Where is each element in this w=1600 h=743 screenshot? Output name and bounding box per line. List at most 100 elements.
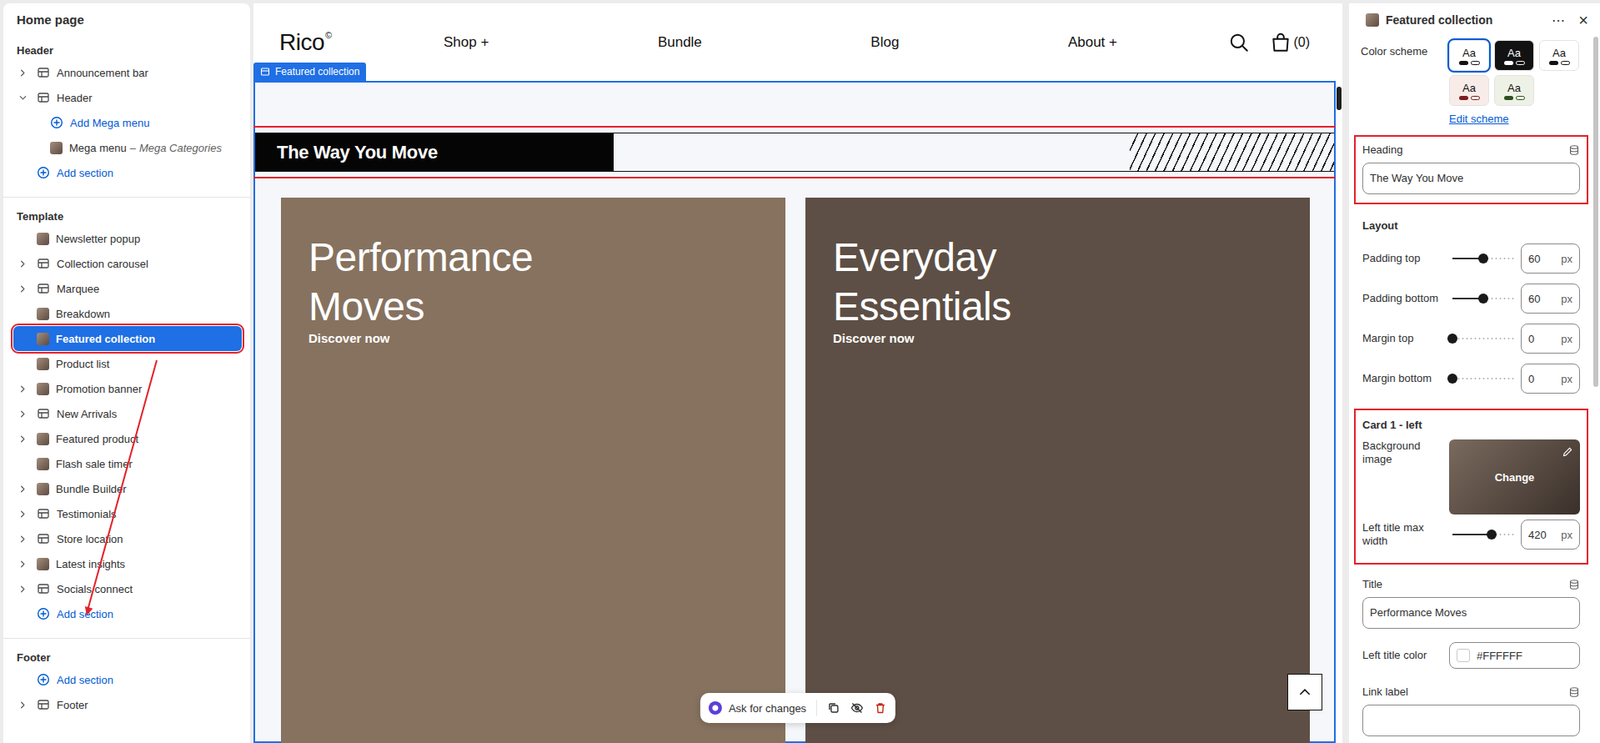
plus-circle-icon xyxy=(36,165,51,180)
search-icon[interactable] xyxy=(1228,31,1250,54)
layout-icon xyxy=(36,506,51,521)
chevron-icon[interactable] xyxy=(18,534,28,544)
delete-icon[interactable] xyxy=(873,701,888,715)
section-item[interactable]: Mega menu–Mega Categories xyxy=(13,135,242,161)
chevron-icon[interactable] xyxy=(18,700,28,710)
section-item[interactable]: Product list xyxy=(13,351,242,377)
store-logo[interactable]: Rico© xyxy=(279,29,444,56)
edit-scheme-link[interactable]: Edit scheme xyxy=(1449,112,1580,126)
section-item[interactable]: Flash sale timer xyxy=(13,451,242,477)
discover-link[interactable]: Discover now xyxy=(308,331,758,346)
range-slider[interactable] xyxy=(1452,292,1515,305)
hide-icon[interactable] xyxy=(850,701,864,715)
range-setting: Left title max width420px xyxy=(1362,514,1580,555)
scheme-swatch[interactable]: Aa xyxy=(1494,40,1535,71)
chevron-icon[interactable] xyxy=(18,484,28,494)
thumbnail-icon xyxy=(36,557,50,571)
add-button[interactable]: Add section xyxy=(13,160,242,186)
section-item[interactable]: Store location xyxy=(13,526,242,552)
section-item[interactable]: Announcement bar xyxy=(13,60,242,86)
section-item[interactable]: Collection carousel xyxy=(13,250,242,276)
more-button[interactable]: ⋯ xyxy=(1548,12,1569,29)
color-input[interactable]: #FFFFFF xyxy=(1449,642,1580,669)
chevron-icon[interactable] xyxy=(18,284,28,294)
range-slider[interactable] xyxy=(1452,372,1515,385)
range-slider[interactable] xyxy=(1452,332,1515,345)
pencil-icon[interactable] xyxy=(1561,446,1574,458)
section-item[interactable]: Marquee xyxy=(13,275,242,301)
scroll-top-button[interactable] xyxy=(1287,673,1323,711)
text-setting: TitlePerformance Moves xyxy=(1354,571,1589,636)
chevron-icon[interactable] xyxy=(18,259,28,269)
chevron-icon[interactable] xyxy=(18,384,28,394)
section-item[interactable]: New Arrivals xyxy=(13,401,242,427)
section-item[interactable]: Featured collection xyxy=(13,326,242,352)
add-button[interactable]: Add Mega menu xyxy=(13,110,242,136)
scheme-swatch[interactable]: Aa xyxy=(1449,75,1490,106)
text-setting: Link label xyxy=(1354,678,1589,743)
chevron-icon[interactable] xyxy=(18,68,28,78)
section-item[interactable]: Newsletter popup xyxy=(13,225,242,251)
section-item[interactable]: Socials connect xyxy=(13,576,242,602)
section-item[interactable]: Latest insights xyxy=(13,551,242,577)
range-slider[interactable] xyxy=(1452,252,1515,265)
preview-scrollbar[interactable] xyxy=(1335,3,1343,743)
number-input[interactable]: 60px xyxy=(1520,283,1580,314)
section-item[interactable]: Featured product xyxy=(13,426,242,452)
discover-link[interactable]: Discover now xyxy=(832,331,1283,346)
nav-link[interactable]: Bundle xyxy=(657,34,703,51)
heading-input[interactable]: The Way You Move xyxy=(1362,162,1580,195)
dynamic-source-icon[interactable] xyxy=(1568,144,1580,156)
chevron-icon[interactable] xyxy=(18,93,28,103)
store-preview: Rico©Shop + Bundle Blog About + (0) Featured… xyxy=(253,3,1343,743)
cart-button[interactable]: (0) xyxy=(1269,31,1310,54)
add-button[interactable]: Add section xyxy=(13,667,242,693)
number-input[interactable]: 420px xyxy=(1520,519,1580,550)
chevron-icon[interactable] xyxy=(18,559,28,569)
section-item[interactable]: Bundle Builder xyxy=(13,476,242,502)
chevron-icon[interactable] xyxy=(18,409,28,419)
scheme-swatch[interactable]: Aa xyxy=(1494,75,1535,106)
collection-card[interactable]: Performance MovesDiscover now xyxy=(280,197,786,743)
section-item[interactable]: Breakdown xyxy=(13,300,242,327)
thumbnail-icon xyxy=(36,357,50,371)
bag-icon xyxy=(1269,31,1292,54)
image-picker[interactable]: Change xyxy=(1449,439,1580,515)
duplicate-icon[interactable] xyxy=(827,701,841,715)
section-item[interactable]: Testimonials xyxy=(13,501,242,527)
text-input[interactable]: Performance Moves xyxy=(1362,596,1580,629)
layout-icon xyxy=(36,531,51,546)
number-input[interactable]: 60px xyxy=(1520,243,1580,274)
section-item[interactable]: Promotion banner xyxy=(13,376,242,402)
section-item[interactable]: Footer xyxy=(13,692,242,718)
store-header: Rico©Shop + Bundle Blog About + (0) xyxy=(253,3,1336,81)
featured-collection-section[interactable]: Featured collectionThe Way You MovePerfo… xyxy=(253,80,1336,743)
plus-circle-icon xyxy=(36,606,51,621)
collection-card[interactable]: Everyday EssentialsDiscover now xyxy=(805,197,1310,743)
nav-link[interactable]: About + xyxy=(1068,34,1118,51)
chevron-icon[interactable] xyxy=(18,509,28,519)
scheme-swatch[interactable]: Aa xyxy=(1539,40,1580,71)
heading-bar[interactable]: The Way You Move xyxy=(255,132,1335,172)
dynamic-source-icon[interactable] xyxy=(1568,578,1580,591)
chevron-icon[interactable] xyxy=(18,584,28,594)
add-button[interactable]: Add section xyxy=(13,601,242,627)
panel-scrollbar[interactable] xyxy=(1591,36,1600,743)
layout-icon xyxy=(36,697,51,712)
chevron-icon[interactable] xyxy=(18,434,28,444)
number-input[interactable]: 0px xyxy=(1520,363,1580,394)
nav-link[interactable]: Blog xyxy=(870,34,899,51)
section-item[interactable]: Header xyxy=(13,85,242,111)
dynamic-source-icon[interactable] xyxy=(1568,686,1580,698)
scheme-swatch[interactable]: Aa xyxy=(1449,40,1490,71)
section-icon xyxy=(260,66,271,77)
range-slider[interactable] xyxy=(1452,528,1515,541)
floating-toolbar: Ask for changes xyxy=(700,692,896,723)
sections-sidebar: Home pageHeaderAnnouncement barHeaderAdd… xyxy=(3,3,251,743)
ask-button[interactable]: Ask for changes xyxy=(708,701,807,715)
number-input[interactable]: 0px xyxy=(1520,323,1580,354)
close-button[interactable]: × xyxy=(1574,10,1592,31)
nav-link[interactable]: Shop + xyxy=(443,34,489,51)
thumbnail-icon xyxy=(36,232,50,246)
text-input[interactable] xyxy=(1362,704,1580,737)
